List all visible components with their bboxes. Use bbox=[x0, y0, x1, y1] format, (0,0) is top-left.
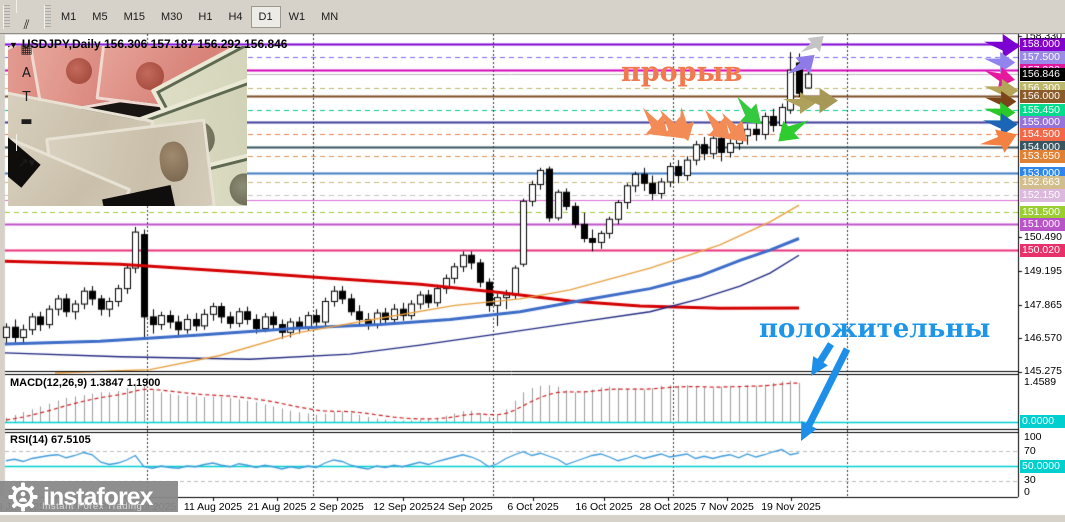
timeframe-h4[interactable]: H4 bbox=[220, 6, 250, 28]
logo-tagline: Instant Forex Trading bbox=[42, 501, 143, 512]
chart-title: ▼ USDJPY,Daily 156.306 157.187 156.292 15… bbox=[9, 37, 287, 51]
price-axis-tick: 0 bbox=[1024, 486, 1030, 498]
annotation-breakout: прорыв bbox=[621, 57, 743, 88]
date-axis-label: 6 Oct 2025 bbox=[507, 501, 559, 513]
timeframe-m1[interactable]: M1 bbox=[53, 6, 84, 28]
toolbar-grip[interactable] bbox=[3, 4, 10, 29]
price-axis-label: 154.500 bbox=[1020, 127, 1065, 141]
terminal-window: ↖+|—/⫽▦AT▬↗▾ M1M5M15M30H1H4D1W1MN ▼USDJP… bbox=[0, 0, 1065, 522]
price-axis-label: 151.000 bbox=[1020, 217, 1065, 231]
toolbar-separator bbox=[16, 133, 17, 151]
price-axis-tick: 100 bbox=[1024, 431, 1042, 443]
date-axis-label: 24 Sep 2025 bbox=[433, 501, 493, 513]
toolbar: ↖+|—/⫽▦AT▬↗▾ M1M5M15M30H1H4D1W1MN bbox=[0, 0, 1065, 171]
macd-label: MACD(12,26,9) 1.3847 1.1900 bbox=[10, 377, 161, 389]
price-axis-label: 153.650 bbox=[1020, 149, 1065, 163]
price-axis-tick: 1.4589 bbox=[1024, 376, 1057, 388]
toolbar-grip-2[interactable] bbox=[44, 4, 51, 29]
price-axis-label: 152.663 bbox=[1020, 175, 1065, 189]
timeframe-m30[interactable]: M30 bbox=[153, 6, 190, 28]
price-axis-label: 156.846 bbox=[1020, 67, 1065, 81]
date-axis-label: 19 Nov 2025 bbox=[761, 501, 821, 513]
tool-equidistant-channel[interactable]: ⫽ bbox=[13, 14, 40, 38]
instaforex-watermark: instaforex Instant Forex Trading bbox=[0, 481, 178, 512]
rsi-label: RSI(14) 67.5105 bbox=[10, 434, 91, 446]
tool-fibonacci[interactable]: ▦ bbox=[13, 38, 40, 62]
price-axis-label: 152.150 bbox=[1020, 188, 1065, 202]
price-axis-label: 50.0000 bbox=[1020, 460, 1065, 473]
price-axis-tick: 149.195 bbox=[1024, 264, 1062, 277]
tool-arrows-tool[interactable]: ↗▾ bbox=[13, 152, 40, 176]
timeframe-h1[interactable]: H1 bbox=[190, 6, 220, 28]
price-axis-tick: 70 bbox=[1024, 445, 1036, 457]
timeframe-m15[interactable]: M15 bbox=[116, 6, 153, 28]
timeframe-mn[interactable]: MN bbox=[313, 6, 346, 28]
toolbar-separator bbox=[16, 0, 17, 13]
currency-banknotes-photo: 100 100 bbox=[8, 46, 247, 206]
timeframe-w1[interactable]: W1 bbox=[281, 6, 314, 28]
price-axis-label: 156.000 bbox=[1020, 89, 1065, 103]
price-axis-label: 157.500 bbox=[1020, 50, 1065, 64]
timeframe-d1[interactable]: D1 bbox=[250, 5, 281, 28]
tool-text[interactable]: A bbox=[13, 62, 40, 86]
title-ohlc: 156.306 157.187 156.292 156.846 bbox=[103, 37, 288, 51]
price-axis-tick: 147.865 bbox=[1024, 298, 1062, 311]
price-axis-tick: 150.490 bbox=[1024, 230, 1062, 243]
annotation-positive: положительны bbox=[759, 314, 991, 344]
price-axis-label: 150.020 bbox=[1020, 243, 1065, 257]
timeframe-m5[interactable]: M5 bbox=[84, 6, 115, 28]
tool-shapes[interactable]: ▬ bbox=[13, 110, 40, 134]
price-axis-tick: 146.570 bbox=[1024, 331, 1062, 344]
tool-text-label[interactable]: T bbox=[13, 86, 40, 110]
instaforex-gear-icon bbox=[8, 481, 38, 512]
price-axis-label: 0.0000 bbox=[1020, 415, 1065, 428]
date-axis-label: 2 Sep 2025 bbox=[310, 501, 364, 513]
